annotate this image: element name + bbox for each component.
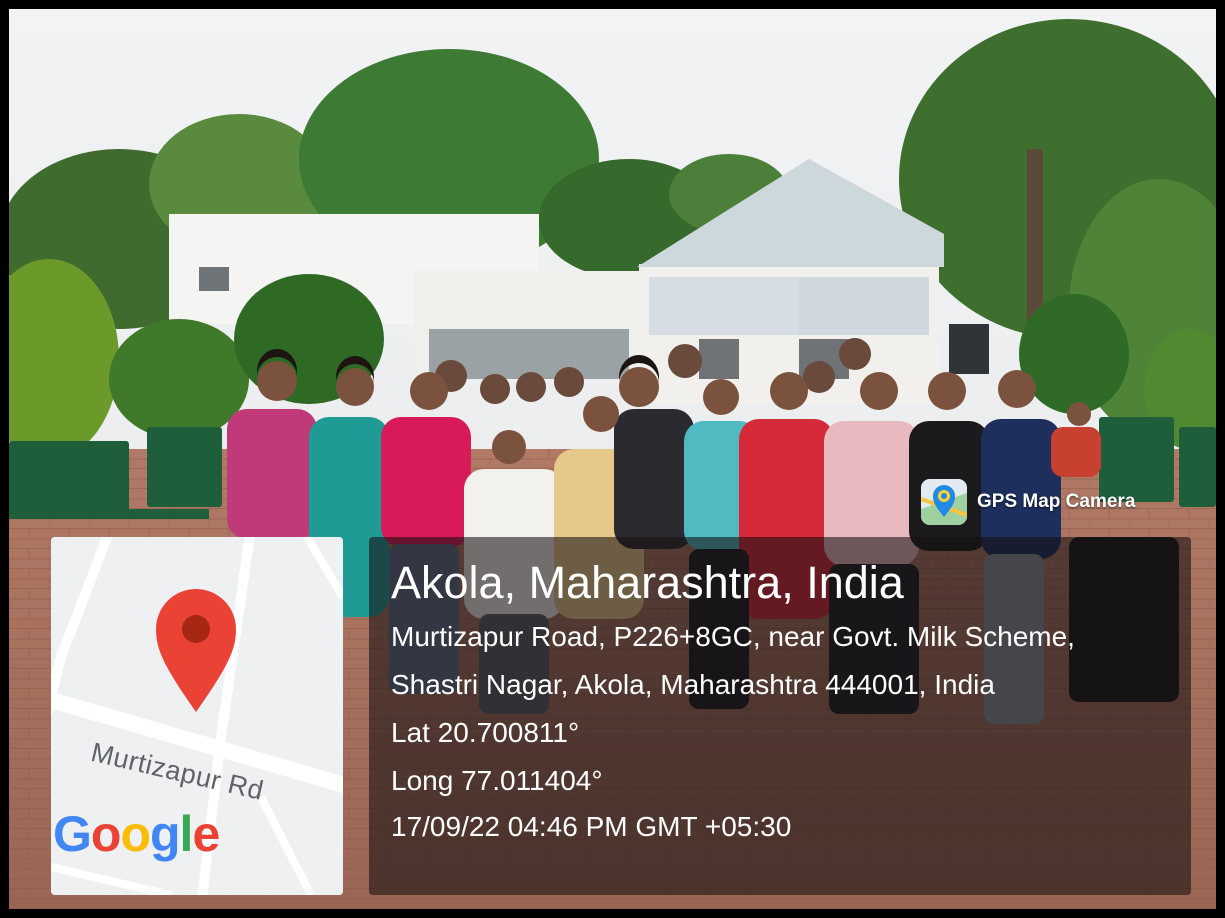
logo-letter: G <box>53 806 92 862</box>
logo-letter: e <box>192 806 220 862</box>
logo-letter: o <box>120 806 151 862</box>
google-logo: Google <box>53 805 220 863</box>
group-photo: GPS Map Camera Murtizapur Rd Google Akol… <box>9 9 1216 909</box>
photo-frame: GPS Map Camera Murtizapur Rd Google Akol… <box>0 0 1225 918</box>
location-title: Akola, Maharashtra, India <box>391 557 904 608</box>
address-line-1: Murtizapur Road, P226+8GC, near Govt. Mi… <box>391 621 1075 652</box>
app-badge: GPS Map Camera <box>921 479 1135 525</box>
app-name: GPS Map Camera <box>977 491 1136 512</box>
map-thumbnail: Murtizapur Rd Google <box>51 537 343 895</box>
latitude: Lat 20.700811° <box>391 717 580 748</box>
location-info-panel: Akola, Maharashtra, India Murtizapur Roa… <box>369 537 1191 895</box>
map-pin-camera-icon <box>921 479 967 525</box>
logo-letter: o <box>90 806 122 862</box>
logo-letter: g <box>150 806 181 862</box>
logo-letter: l <box>179 806 194 862</box>
address-line-2: Shastri Nagar, Akola, Maharashtra 444001… <box>391 669 995 700</box>
longitude: Long 77.011404° <box>391 765 603 796</box>
timestamp: 17/09/22 04:46 PM GMT +05:30 <box>391 811 792 842</box>
